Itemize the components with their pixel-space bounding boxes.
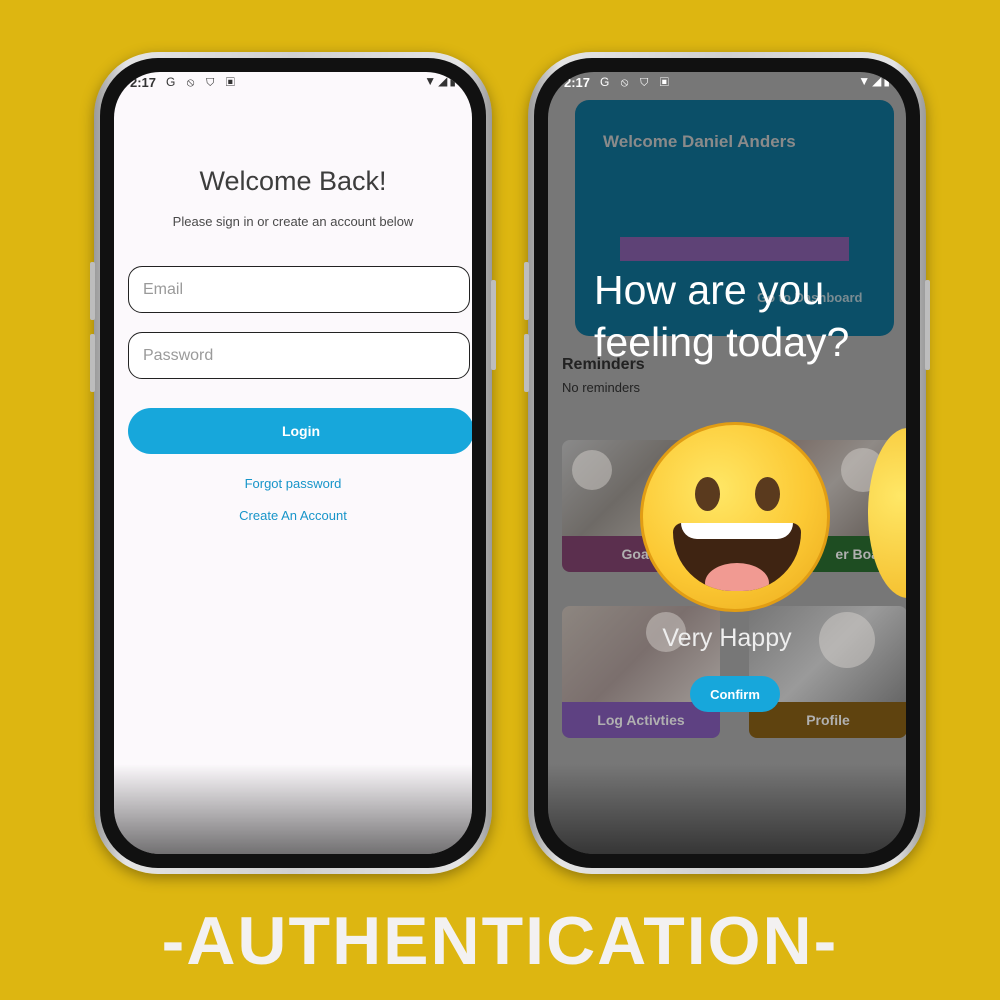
page-title: Welcome Back!	[199, 166, 387, 196]
status-bar: 2:17 G ⦸ ⛉ ▣ ▼◢▮	[114, 72, 472, 94]
forgot-password-link[interactable]: Forgot password	[114, 476, 472, 491]
email-field[interactable]	[128, 266, 470, 313]
status-time: 2:17	[130, 75, 157, 90]
page-banner: -AUTHENTICATION-	[161, 903, 839, 979]
mood-question: How are you feeling today?	[594, 267, 850, 365]
bottom-shadow	[548, 764, 906, 854]
next-emoji-icon[interactable]	[868, 428, 906, 598]
dashboard-screen: 2:17 G ⦸ ⛉ ▣ ▼◢▮ Welcome Daniel Anders G…	[548, 72, 906, 854]
confirm-button[interactable]: Confirm	[690, 676, 780, 712]
power-button	[491, 280, 496, 370]
password-field[interactable]	[128, 332, 470, 379]
dashboard-phone: 2:17 G ⦸ ⛉ ▣ ▼◢▮ Welcome Daniel Anders G…	[524, 52, 930, 874]
grinning-face-icon[interactable]	[640, 422, 830, 612]
login-screen: 2:17 G ⦸ ⛉ ▣ ▼◢▮ Welcome Back! Please si…	[114, 72, 472, 854]
create-account-link[interactable]: Create An Account	[114, 508, 472, 523]
power-button	[925, 280, 930, 370]
mood-dialog: How are you feeling today? Very Happy Co…	[548, 72, 906, 854]
bottom-shadow	[114, 764, 472, 854]
volume-button	[90, 262, 95, 320]
page-subtitle: Please sign in or create an account belo…	[172, 214, 414, 229]
mood-label: Very Happy	[662, 624, 792, 652]
status-icons: G ⦸ ⛉ ▣	[166, 75, 239, 89]
phone-bezel: 2:17 G ⦸ ⛉ ▣ ▼◢▮ Welcome Daniel Anders G…	[534, 58, 920, 868]
volume-button	[524, 262, 529, 320]
login-button[interactable]: Login	[128, 408, 472, 454]
phone-bezel: 2:17 G ⦸ ⛉ ▣ ▼◢▮ Welcome Back! Please si…	[100, 58, 486, 868]
volume-button	[90, 334, 95, 392]
login-phone: 2:17 G ⦸ ⛉ ▣ ▼◢▮ Welcome Back! Please si…	[90, 52, 496, 874]
volume-button	[524, 334, 529, 392]
signal-battery-icon: ▼◢▮	[424, 74, 458, 88]
